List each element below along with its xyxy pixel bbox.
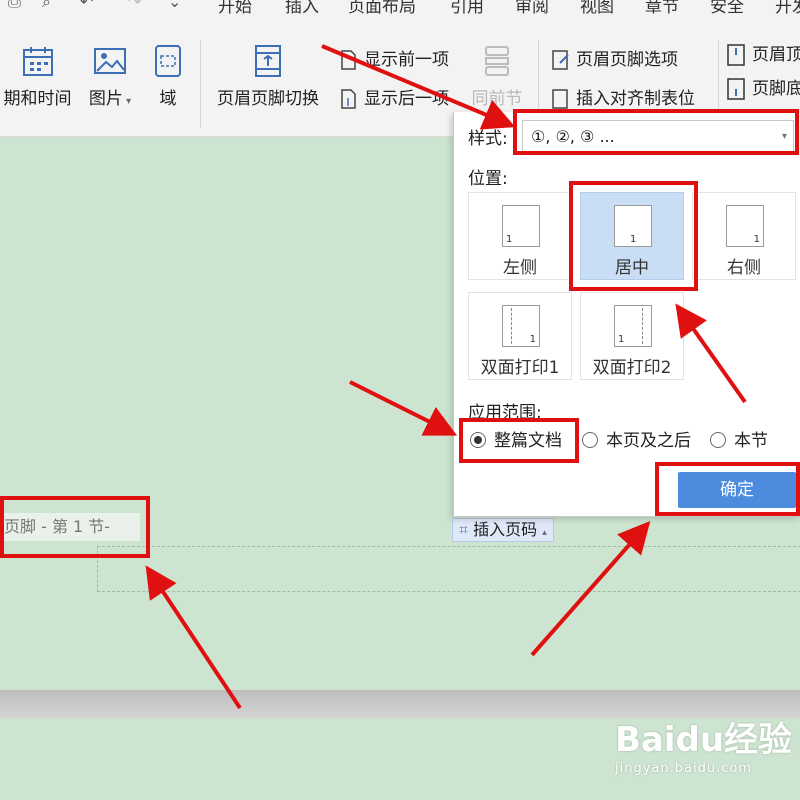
radio-unchecked-icon [582,431,598,448]
field-button[interactable]: 域 [148,44,188,109]
scope-this-section-radio[interactable]: 本节 [710,430,768,452]
scope-this-page-after-label: 本页及之后 [606,431,691,451]
position-right-option[interactable]: 1 右侧 [692,192,796,280]
header-footer-switch-icon [255,45,281,77]
date-time-label: 期和时间 [3,89,72,109]
same-as-previous-label: 同前节 [471,89,523,109]
insert-page-number-label: 插入页码 [473,520,538,539]
position-duplex1-option[interactable]: 1 双面打印1 [468,292,572,380]
position-label: 位置: [468,169,508,189]
position-duplex2-label: 双面打印2 [592,358,672,378]
field-icon [155,45,181,77]
ribbon-divider [200,40,201,128]
menu-security[interactable]: 安全 [710,0,744,17]
picture-icon [94,48,126,74]
page-number-icon: ⌗ [459,520,469,539]
align-tab-icon [552,89,568,109]
position-duplex1-label: 双面打印1 [480,358,560,378]
position-left-label: 左侧 [503,258,537,278]
page-thumbnail-icon: 1 [726,205,764,247]
menu-bar: ⎙ ⌕ ↶ ↷ ⌄ 开始 插入 页面布局 引用 审阅 视图 章节 安全 开发 [0,0,800,18]
header-footer-options-button[interactable]: 页眉页脚选项 [550,47,678,73]
header-footer-options-label: 页眉页脚选项 [576,50,678,70]
radio-unchecked-icon [710,431,726,448]
watermark-logo: Baidu经验 [615,720,793,760]
footer-bottom-distance[interactable]: 页脚底 [726,76,800,102]
show-next-button[interactable]: 显示后一项 [338,86,449,112]
header-footer-switch-button[interactable]: 页眉页脚切换 [210,44,326,109]
annotation-box-style [513,109,799,155]
menu-page-layout[interactable]: 页面布局 [348,0,416,17]
same-as-previous-button: 同前节 [462,44,532,109]
scope-this-section-label: 本节 [734,431,768,451]
redo-icon: ↷ [128,0,142,11]
scope-this-page-after-radio[interactable]: 本页及之后 [582,430,691,452]
header-top-label: 页眉顶 [752,45,800,65]
menu-developer[interactable]: 开发 [775,0,800,17]
annotation-box-footer [0,496,150,558]
picture-button[interactable]: 图片 ▾ [85,44,135,109]
position-right-label: 右侧 [727,258,761,278]
page-thumbnail-icon: 1 [614,305,652,347]
chevron-down-icon: ▾ [122,96,132,107]
header-top-icon [727,44,745,66]
menu-chapter[interactable]: 章节 [645,0,679,17]
position-left-option[interactable]: 1 左侧 [468,192,572,280]
undo-icon[interactable]: ↶ [80,0,96,10]
watermark-url: jingyan.baidu.com [615,761,752,776]
menu-home[interactable]: 开始 [218,0,252,17]
menu-view[interactable]: 视图 [580,0,614,17]
insert-page-number-button[interactable]: ⌗ 插入页码 ▴ [452,518,554,542]
position-duplex2-option[interactable]: 1 双面打印2 [580,292,684,380]
page-thumbnail-icon: 1 [502,305,540,347]
header-footer-options-icon [552,50,569,70]
header-footer-switch-label: 页眉页脚切换 [217,89,319,109]
baidu-watermark: Baidu经验 jingyan.baidu.com [615,712,800,792]
show-next-label: 显示后一项 [364,89,449,109]
footer-bottom-label: 页脚底 [752,79,800,99]
picture-label: 图片 [88,89,123,109]
field-label: 域 [159,89,177,109]
show-next-icon [341,89,356,109]
page-thumbnail-icon: 1 [502,205,540,247]
annotation-box-center [569,181,698,291]
print-icon[interactable]: ⎙ [8,0,24,10]
date-time-button[interactable]: 期和时间 [0,44,75,109]
calendar-icon [22,47,53,76]
show-previous-button[interactable]: 显示前一项 [338,47,449,73]
chevron-up-icon: ▴ [542,528,547,538]
annotation-box-whole-document [459,418,579,463]
menu-review[interactable]: 审阅 [515,0,549,17]
show-previous-icon [341,50,356,70]
show-previous-label: 显示前一项 [364,50,449,70]
same-as-previous-icon [485,46,509,76]
chevron-down-icon[interactable]: ⌄ [168,0,184,10]
menu-references[interactable]: 引用 [450,0,484,17]
menu-insert[interactable]: 插入 [285,0,319,17]
style-label: 样式: [468,129,508,149]
annotation-box-ok [655,462,800,516]
footer-bottom-icon [727,78,745,100]
footer-area[interactable] [97,546,800,592]
header-top-distance[interactable]: 页眉顶 [726,42,800,68]
print-preview-icon[interactable]: ⌕ [42,0,58,10]
insert-align-tab-label: 插入对齐制表位 [576,89,695,109]
